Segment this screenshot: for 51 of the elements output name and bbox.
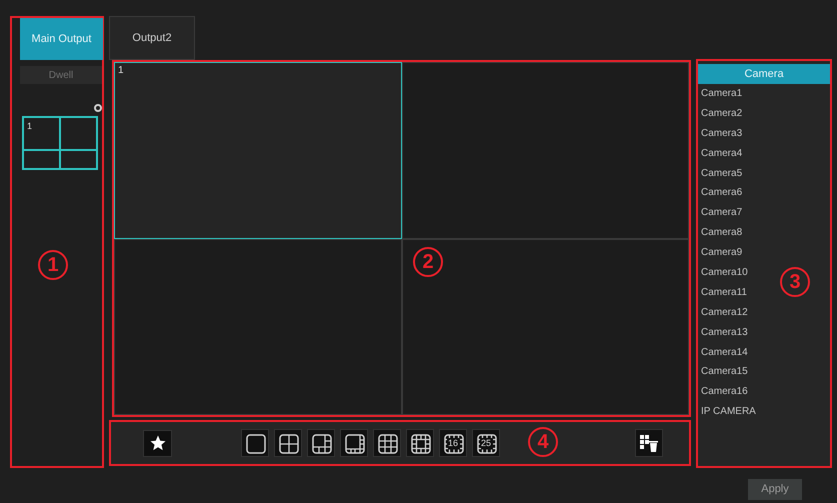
camera-item[interactable]: Camera3: [701, 124, 742, 144]
layout-icon: [378, 434, 398, 454]
camera-item[interactable]: Camera13: [701, 322, 748, 343]
video-cell[interactable]: [402, 62, 689, 238]
layout-icon: [345, 434, 365, 454]
camera-item[interactable]: Camera15: [701, 362, 748, 382]
camera-item[interactable]: Camera6: [701, 183, 742, 204]
layout-button[interactable]: 25: [472, 429, 500, 457]
layout-button[interactable]: 16: [439, 429, 467, 457]
camera-item[interactable]: Camera8: [701, 223, 742, 244]
annotation-number: 2: [413, 247, 443, 277]
preview-cell[interactable]: [60, 150, 97, 169]
dwell-header: Dwell: [20, 66, 102, 84]
preview-cell[interactable]: 1: [23, 117, 60, 150]
camera-item[interactable]: Camera12: [701, 302, 748, 323]
tab[interactable]: Output2: [109, 16, 195, 60]
annotation-number: 4: [528, 427, 558, 457]
favorite-button[interactable]: [143, 430, 172, 456]
camera-item[interactable]: Camera16: [701, 382, 748, 402]
camera-item[interactable]: Camera4: [701, 144, 742, 164]
layout-button[interactable]: [373, 429, 401, 457]
preview-cell[interactable]: [60, 117, 97, 150]
annotation-number: 1: [38, 250, 68, 280]
layout-button[interactable]: [340, 429, 368, 457]
layout-icon: [312, 434, 332, 454]
camera-item[interactable]: Camera14: [701, 342, 748, 362]
video-cell[interactable]: [402, 238, 689, 415]
layout-icon: [411, 434, 431, 454]
layout-icon: [246, 434, 266, 454]
camera-item[interactable]: Camera1: [701, 84, 742, 104]
camera-item[interactable]: Camera7: [701, 203, 742, 224]
camera-item[interactable]: IP CAMERA: [701, 402, 756, 422]
camera-item[interactable]: Camera2: [701, 104, 742, 124]
layout-button[interactable]: [274, 429, 302, 457]
video-cell[interactable]: [114, 238, 402, 415]
camera-item[interactable]: Camera10: [701, 263, 748, 283]
camera-list-header: Camera: [698, 64, 830, 84]
layout-button[interactable]: [241, 429, 269, 457]
clear-layout-button[interactable]: [635, 429, 663, 457]
camera-item[interactable]: Camera9: [701, 243, 742, 264]
annotation-number: 3: [780, 267, 810, 297]
grid-trash-icon: [639, 433, 659, 453]
star-icon: [148, 434, 166, 452]
layout-button[interactable]: [307, 429, 335, 457]
video-cell[interactable]: 1: [114, 62, 402, 238]
camera-item[interactable]: Camera11: [701, 282, 747, 303]
apply-button[interactable]: Apply: [748, 479, 802, 500]
camera-item[interactable]: Camera5: [701, 164, 742, 184]
layout-icon: [279, 434, 299, 454]
preview-cell[interactable]: [23, 150, 60, 169]
layout-button[interactable]: [406, 429, 434, 457]
